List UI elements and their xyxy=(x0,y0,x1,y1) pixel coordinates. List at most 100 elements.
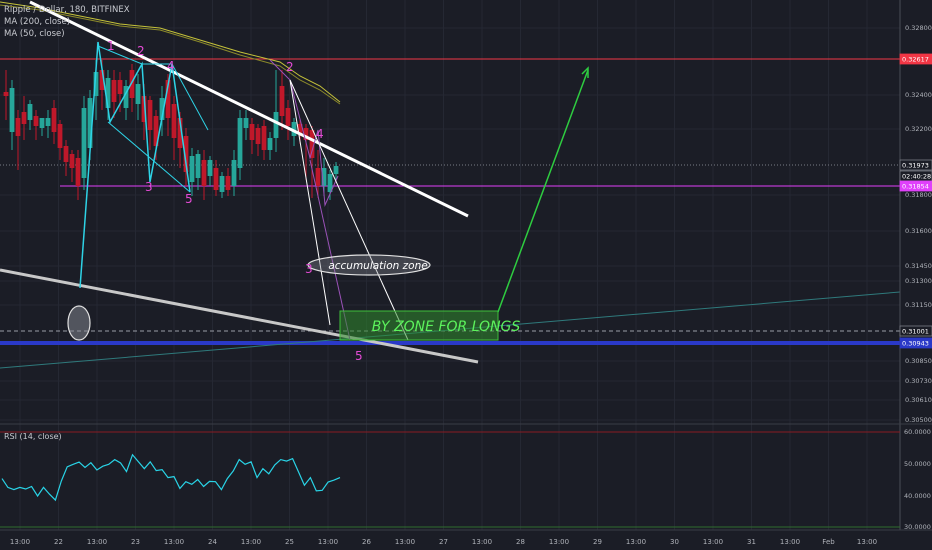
price-tick: 0.30850 xyxy=(905,357,932,365)
candle-body xyxy=(333,166,339,174)
time-label: 27 xyxy=(439,538,448,546)
candle-body xyxy=(69,154,75,168)
time-label: 13:00 xyxy=(857,538,877,546)
candle-body xyxy=(195,154,201,178)
white-channel-left xyxy=(289,79,331,326)
time-axis[interactable]: 13:00 22 13:00 23 13:00 24 13:00 25 13:00 26 13:00… xyxy=(10,538,877,546)
candle-body xyxy=(15,118,21,136)
wave-label-2: 2 xyxy=(137,44,145,58)
price-tick: 0.31600 xyxy=(905,227,932,235)
price-tick: 0.31800 xyxy=(905,191,932,199)
time-label: 28 xyxy=(516,538,525,546)
buy-zone-label: BY ZONE FOR LONGS xyxy=(372,319,521,335)
candle-body xyxy=(279,86,285,116)
candle-body xyxy=(57,124,63,148)
time-label: 13:00 xyxy=(703,538,723,546)
price-tick: 0.31450 xyxy=(905,262,932,270)
candle-body xyxy=(285,108,291,126)
wave-label-4b: 4 xyxy=(316,127,324,141)
time-label: 22 xyxy=(54,538,63,546)
time-label: 31 xyxy=(747,538,756,546)
price-tick: 0.30610 xyxy=(905,396,932,404)
candle-body xyxy=(225,176,231,190)
time-label: 13:00 xyxy=(549,538,569,546)
candle-body xyxy=(171,104,177,138)
price-tick: 0.32400 xyxy=(905,91,932,99)
rsi-tick: 40.0000 xyxy=(904,492,931,500)
time-label: 13:00 xyxy=(780,538,800,546)
wave-label-2b: 2 xyxy=(286,60,294,74)
rsi-tick: 60.0000 xyxy=(904,428,931,436)
symbol-title: Ripple / Dollar, 180, BITFINEX xyxy=(4,5,130,15)
wave-label-3: 3 xyxy=(145,180,153,194)
accumulation-zone-label: accumulation zone xyxy=(328,260,427,272)
wave-label-5: 5 xyxy=(185,192,193,206)
rsi-legend[interactable]: RSI (14, close) xyxy=(4,432,62,441)
chart-root: BY ZONE FOR LONGS accumulation zone 1 2 … xyxy=(0,0,932,550)
white-channel-right xyxy=(289,79,409,341)
candle-body xyxy=(273,112,279,138)
candle-body xyxy=(231,160,237,186)
candle-body xyxy=(39,118,45,128)
ma200-legend[interactable]: MA (200, close) xyxy=(4,17,70,27)
projection-arrow xyxy=(497,69,589,313)
wave-start-ellipse[interactable] xyxy=(67,305,91,341)
time-label: Feb xyxy=(822,538,835,546)
price-badge-text: 0.31854 xyxy=(902,183,929,191)
candle-body xyxy=(45,118,51,126)
price-tick: 0.32200 xyxy=(905,125,932,133)
price-tick: 0.30730 xyxy=(905,377,932,385)
candle-body xyxy=(21,112,27,124)
wave-label-5b: 5 xyxy=(355,349,363,363)
price-tick: 0.31150 xyxy=(905,301,932,309)
candle-body xyxy=(237,118,243,168)
candle-body xyxy=(243,118,249,128)
ma50-legend[interactable]: MA (50, close) xyxy=(4,29,65,39)
candle-body xyxy=(249,124,255,140)
candle-body xyxy=(111,80,117,102)
candle-body xyxy=(147,100,153,130)
time-label: 30 xyxy=(670,538,679,546)
price-badge-text: 0.32617 xyxy=(902,56,929,64)
candle-body xyxy=(201,160,207,186)
time-label: 13:00 xyxy=(318,538,338,546)
candle-body xyxy=(27,104,33,120)
price-tick: 0.32800 xyxy=(905,24,932,32)
price-badge-text: 0.31973 xyxy=(902,162,929,170)
candle-body xyxy=(81,108,87,178)
wave-label-1: 1 xyxy=(107,39,115,53)
time-label: 13:00 xyxy=(395,538,415,546)
wave-label-3b: 3 xyxy=(305,262,313,276)
wave-label-4: 4 xyxy=(167,59,175,73)
time-label: 26 xyxy=(362,538,371,546)
time-label: 13:00 xyxy=(10,538,30,546)
candle-body xyxy=(213,168,219,190)
candle-body xyxy=(219,176,225,192)
time-label: 13:00 xyxy=(164,538,184,546)
candles xyxy=(3,60,339,200)
time-label: 13:00 xyxy=(241,538,261,546)
time-label: 13:00 xyxy=(626,538,646,546)
time-label: 13:00 xyxy=(87,538,107,546)
time-label: 29 xyxy=(593,538,602,546)
trading-chart[interactable]: BY ZONE FOR LONGS accumulation zone 1 2 … xyxy=(0,0,932,550)
candle-body xyxy=(33,116,39,126)
price-badge-text: 0.31001 xyxy=(902,328,929,336)
candle-body xyxy=(135,84,141,104)
candle-body xyxy=(51,108,57,132)
candle-body xyxy=(75,158,81,186)
candle-body xyxy=(117,80,123,94)
time-label: 23 xyxy=(131,538,140,546)
grid xyxy=(0,0,900,530)
price-tick: 0.31300 xyxy=(905,277,932,285)
price-badge-text: 0.30943 xyxy=(902,340,929,348)
price-tick: 0.30500 xyxy=(905,416,932,424)
candle-body xyxy=(315,168,321,186)
candle-body xyxy=(3,92,9,96)
time-label: 25 xyxy=(285,538,294,546)
candle-body xyxy=(207,160,213,176)
candle-body xyxy=(267,138,273,150)
candle-body xyxy=(189,156,195,182)
candle-body xyxy=(9,88,15,132)
time-label: 13:00 xyxy=(472,538,492,546)
